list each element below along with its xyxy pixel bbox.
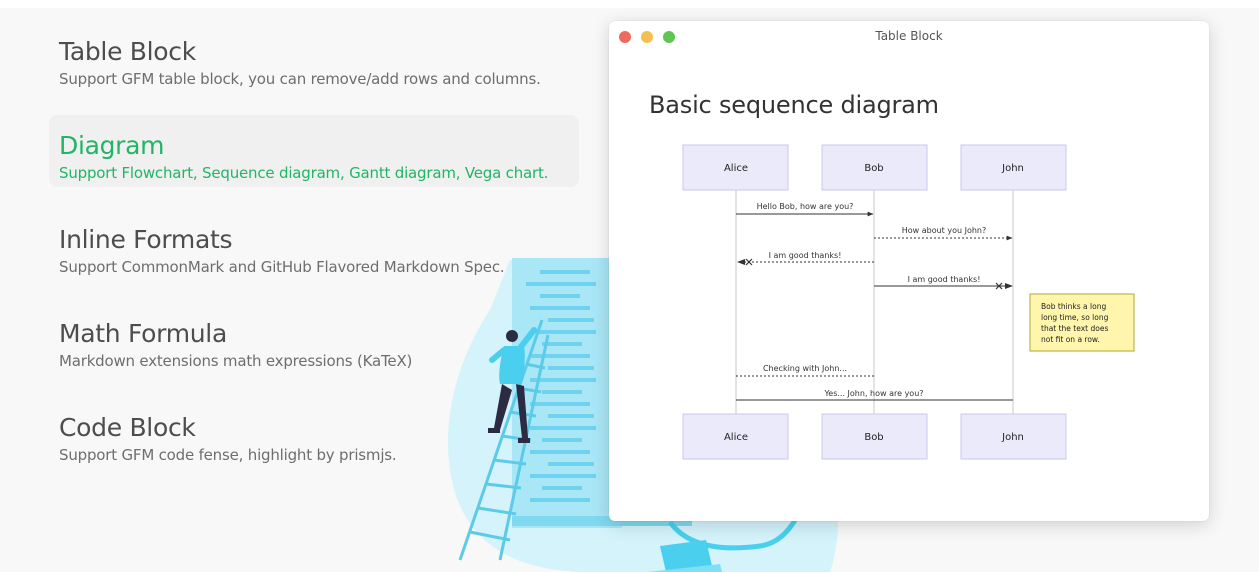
message-label: Yes... John, how are you? [823,389,923,398]
feature-title: Diagram [59,131,165,160]
participant-label: Alice [724,432,748,443]
message-label: How about you John? [902,226,987,235]
feature-title: Math Formula [59,319,227,348]
participant-bob-top: Bob [821,144,928,191]
feature-desc: Markdown extensions math expressions (Ka… [59,352,413,370]
participant-label: John [1001,163,1024,174]
feature-title: Inline Formats [59,225,233,254]
feature-table-block[interactable]: Table Block Support GFM table block, you… [49,21,579,93]
feature-title: Table Block [59,37,196,66]
note-line: not fit on a row. [1041,335,1100,344]
note-line: Bob thinks a long [1041,302,1106,311]
participant-alice-bottom: Alice [682,413,789,460]
participant-label: John [1001,432,1024,443]
note-line: that the text does [1041,324,1108,333]
message-1: Hello Bob, how are you? [736,202,874,217]
participant-label: Bob [864,163,883,174]
participant-alice-top: Alice [682,144,789,191]
message-label: Hello Bob, how are you? [757,202,854,211]
app-window: Table Block Basic sequence diagram Alice… [609,21,1209,521]
feature-diagram[interactable]: Diagram Support Flowchart, Sequence diag… [49,115,579,187]
feature-desc: Support Flowchart, Sequence diagram, Gan… [59,164,549,182]
participant-bob-bottom: Bob [821,413,928,460]
participant-label: Bob [864,432,883,443]
message-label: I am good thanks! [908,275,981,284]
note-line: long time, so long [1041,313,1109,322]
message-label: I am good thanks! [769,251,842,260]
note-box: Bob thinks a long long time, so long tha… [1029,293,1135,352]
message-label: Checking with John... [763,364,847,373]
message-4: I am good thanks! [874,275,1013,290]
participant-john-top: John [960,144,1067,191]
participant-john-bottom: John [960,413,1067,460]
page: Table Block Support GFM table block, you… [0,0,1259,572]
sequence-diagram: Alice Bob John Hello Bob, how are you? H… [682,144,1135,460]
feature-desc: Support GFM code fense, highlight by pri… [59,446,397,464]
feature-title: Code Block [59,413,196,442]
message-2: How about you John? [874,226,1013,241]
message-5: Checking with John... [736,364,874,377]
message-3: I am good thanks! [737,251,874,266]
top-band [0,0,1259,8]
participant-label: Alice [724,163,748,174]
feature-desc: Support GFM table block, you can remove/… [59,70,541,88]
